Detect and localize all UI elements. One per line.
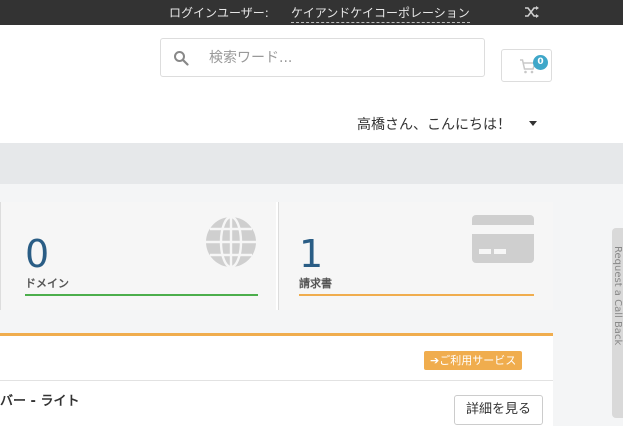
tile-label: ドメイン: [25, 277, 69, 290]
search-icon: [174, 51, 189, 66]
service-name: バー - ライト: [0, 394, 80, 409]
breadcrumb-band: [0, 143, 623, 184]
tile-underline: [25, 294, 258, 296]
top-bar: ログインユーザー: ケイアンドケイコーポレーション: [0, 0, 623, 25]
panel-header: ➔ご利用サービス: [0, 336, 553, 381]
credit-card-icon: [472, 215, 534, 263]
request-callback-tab[interactable]: Request a Call Back: [612, 228, 623, 418]
summary-tiles: 0 ドメイン 1 請求書: [0, 202, 553, 310]
tile-label: 請求書: [299, 277, 332, 290]
tile-count: 1: [299, 232, 324, 276]
tile-count: 0: [25, 232, 50, 276]
cart-count-badge: 0: [533, 55, 548, 70]
chevron-down-icon[interactable]: [529, 121, 537, 126]
tile-invoices[interactable]: 1 請求書: [278, 202, 553, 310]
globe-icon: [206, 215, 256, 269]
shuffle-icon[interactable]: [524, 5, 540, 19]
services-button[interactable]: ➔ご利用サービス: [424, 351, 523, 370]
login-user-label: ログインユーザー:: [169, 6, 269, 20]
login-company-link[interactable]: ケイアンドケイコーポレーション: [291, 4, 470, 23]
user-greeting[interactable]: 高橋さん、こんにちは！: [357, 114, 511, 134]
cart-button[interactable]: 0: [501, 49, 552, 82]
services-panel: ➔ご利用サービス バー - ライト 詳細を見る: [0, 333, 553, 426]
search-input[interactable]: [209, 46, 469, 70]
search-box: [160, 38, 485, 77]
tile-domains[interactable]: 0 ドメイン: [0, 202, 276, 310]
tile-underline: [299, 294, 534, 296]
view-details-button[interactable]: 詳細を見る: [454, 395, 543, 425]
side-tab-label: Request a Call Back: [612, 246, 623, 346]
header: 0 高橋さん、こんにちは！: [0, 25, 623, 143]
